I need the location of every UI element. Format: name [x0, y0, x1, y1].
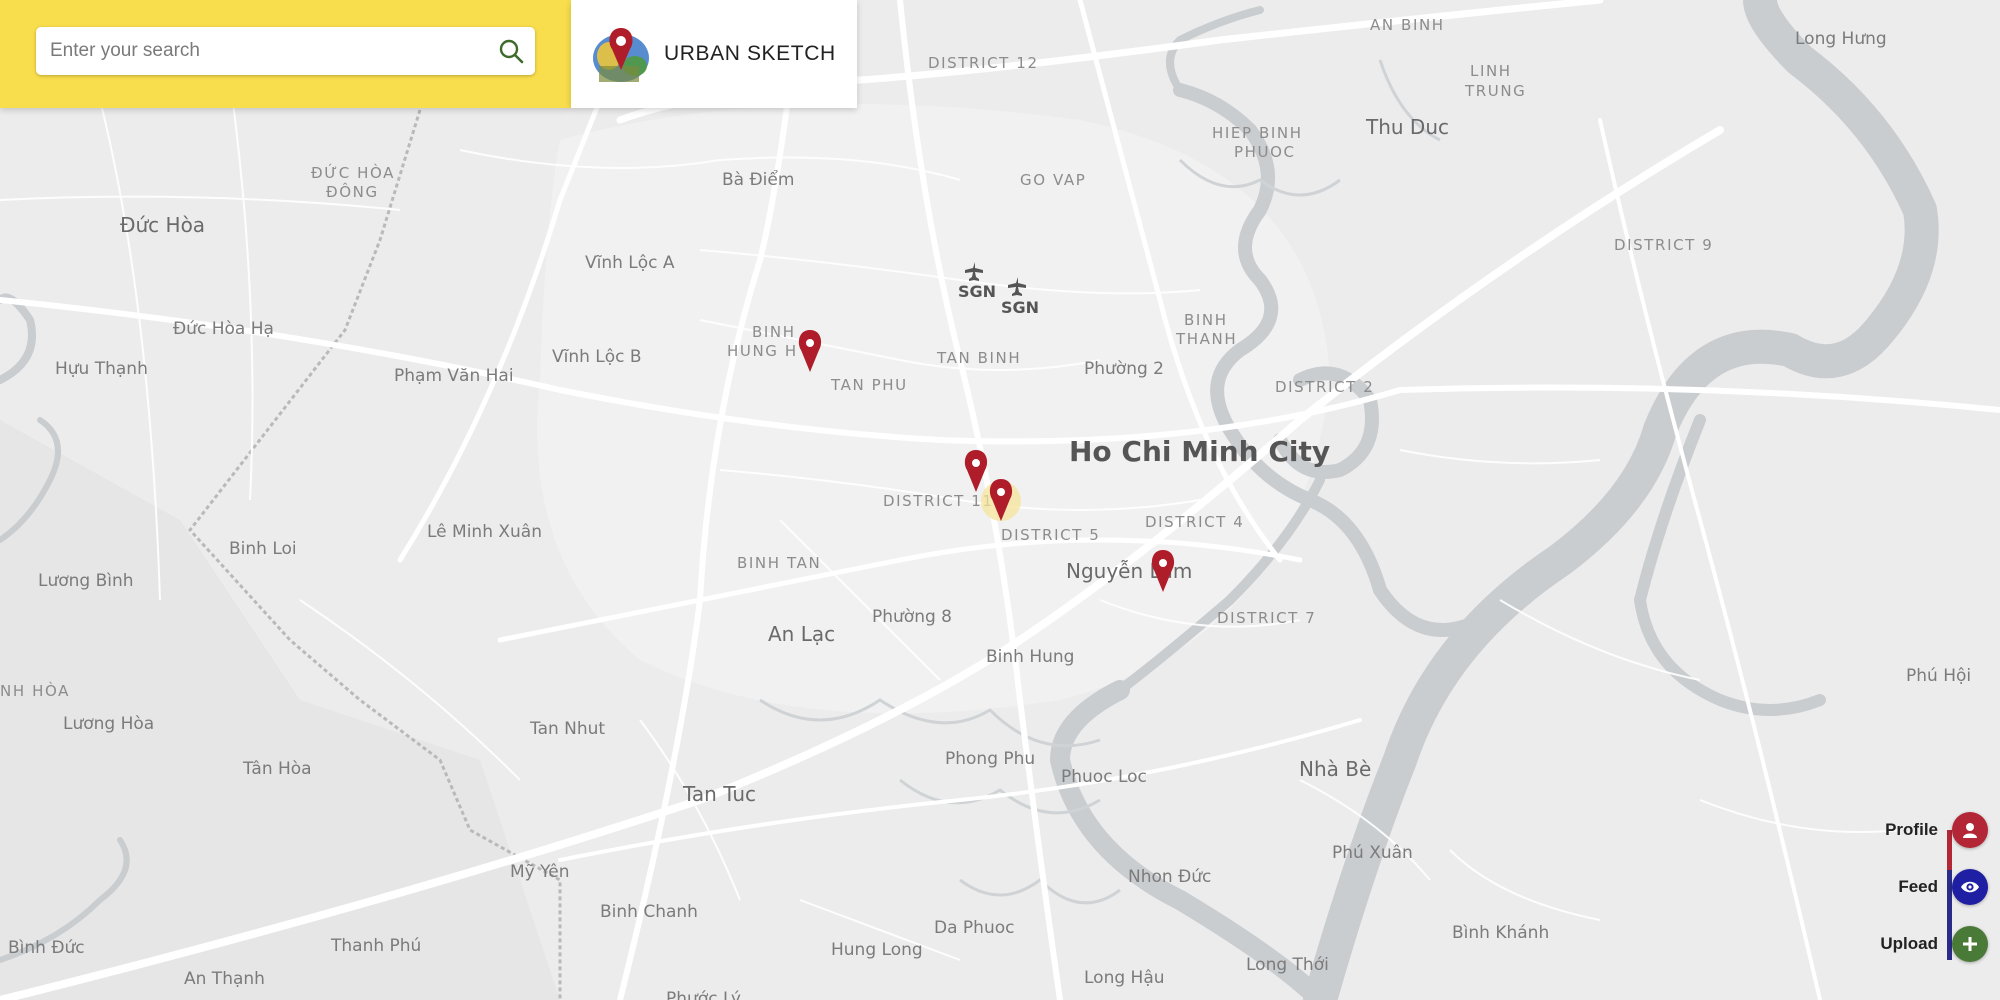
- map-label-phuong-2: Phường 2: [1084, 359, 1164, 379]
- map-label-binh-hung: Binh Hung: [986, 647, 1074, 667]
- map-label-huu-thanh: Hựu Thạnh: [55, 359, 148, 379]
- map-label-nh-hoa: NH HÒA: [0, 681, 70, 700]
- profile-label: Profile: [1885, 820, 1938, 839]
- map-label-phuong-8: Phường 8: [872, 607, 952, 627]
- map-label-tan-tuc: Tan Tuc: [682, 782, 756, 806]
- map-label-district-4: DISTRICT 4: [1145, 513, 1244, 531]
- map-label-sgn-2: SGN: [1001, 298, 1039, 317]
- map-label-district-12: DISTRICT 12: [928, 54, 1039, 72]
- map-label-duc-hoa-dong-1: ĐỨC HÒA: [311, 163, 395, 182]
- map-label-hiep-binh-2: PHUOC: [1234, 143, 1296, 161]
- feed-button[interactable]: Feed: [1820, 867, 1990, 907]
- map-label-long-thoi: Long Thới: [1246, 955, 1329, 975]
- map-label-hiep-binh-1: HIEP BINH: [1212, 124, 1303, 142]
- map-label-luong-hoa: Lương Hòa: [63, 714, 154, 734]
- map-label-binh-thanh-1: BINH: [1184, 311, 1228, 329]
- map-label-phu-xuan: Phú Xuân: [1332, 843, 1413, 863]
- map-label-an-binh: AN BINH: [1370, 16, 1445, 34]
- map-label-linh-trung-2: TRUNG: [1464, 82, 1526, 100]
- map-label-da-phuoc: Da Phuoc: [934, 918, 1014, 938]
- map-label-tan-nhut: Tan Nhut: [529, 719, 605, 739]
- map-label-tan-phu: TAN PHU: [830, 376, 908, 394]
- brand-panel[interactable]: URBAN SKETCH: [571, 0, 857, 108]
- map-label-go-vap: GO VAP: [1020, 171, 1086, 189]
- map-label-city: Ho Chi Minh City: [1069, 435, 1330, 468]
- map-label-district-5: DISTRICT 5: [1001, 526, 1100, 544]
- map-label-nha-be: Nhà Bè: [1299, 757, 1371, 781]
- map-label-tan-hoa: Tân Hòa: [242, 759, 312, 779]
- map-label-an-lac: An Lạc: [768, 622, 835, 646]
- search-panel: [0, 0, 571, 108]
- map-label-long-hau: Long Hậu: [1084, 968, 1165, 988]
- map-label-binh-hung-hoa-1: BINH: [752, 323, 796, 341]
- map-label-duc-hoa-ha: Đức Hòa Hạ: [173, 319, 274, 339]
- map-label-binh-thanh-2: THANH: [1175, 330, 1237, 348]
- upload-button[interactable]: Upload: [1820, 924, 1990, 964]
- search-input[interactable]: [48, 39, 487, 63]
- map-label-binh-chanh: Binh Chanh: [600, 902, 698, 922]
- map-label-binh-duc: Bình Đức: [8, 938, 85, 958]
- map-label-luong-binh: Lương Bình: [38, 571, 134, 591]
- map-label-district-7: DISTRICT 7: [1217, 609, 1316, 627]
- map-label-duc-hoa: Đức Hòa: [120, 213, 205, 237]
- map-label-binh-khanh: Bình Khánh: [1452, 923, 1549, 943]
- map-label-phuoc-ly: Phước Lý: [666, 989, 741, 1000]
- map-label-district-9: DISTRICT 9: [1614, 236, 1713, 254]
- brand-name: URBAN SKETCH: [664, 42, 836, 65]
- map-label-binh-loi: Binh Loi: [229, 539, 297, 559]
- map-label-district-2: DISTRICT 2: [1275, 378, 1374, 396]
- map-label-ba-diem: Bà Điểm: [722, 169, 794, 190]
- user-icon[interactable]: [1952, 812, 1988, 848]
- map-label-phu-hoi: Phú Hội: [1906, 666, 1971, 686]
- map-label-vinh-loc-a: Vĩnh Lộc A: [585, 253, 675, 273]
- map-label-thu-duc: Thu Duc: [1365, 115, 1449, 139]
- map-label-le-minh-xuan: Lê Minh Xuân: [427, 522, 542, 542]
- map-label-linh-trung-1: LINH: [1470, 62, 1512, 80]
- upload-label: Upload: [1880, 934, 1938, 953]
- map-label-phuoc-loc: Phuoc Loc: [1061, 767, 1147, 787]
- map-label-pham-van-hai: Phạm Văn Hai: [394, 366, 514, 386]
- map-canvas[interactable]: AN BINH LINH TRUNG Long Hưng DISTRICT 12…: [0, 0, 2000, 1000]
- profile-button[interactable]: Profile: [1820, 810, 1990, 850]
- search-box: [36, 27, 535, 75]
- eye-icon[interactable]: [1952, 869, 1988, 905]
- map-label-sgn-1: SGN: [958, 282, 996, 301]
- map-label-duc-hoa-dong-2: ĐÔNG: [326, 182, 379, 201]
- map-label-an-thanh: An Thạnh: [184, 969, 265, 989]
- action-menu: Profile Feed Upload: [1820, 810, 1990, 980]
- urban-sketch-logo-icon: [593, 28, 649, 82]
- feed-label: Feed: [1898, 877, 1938, 896]
- map-label-nhon-duc: Nhon Đức: [1128, 867, 1211, 887]
- map-label-long-hung: Long Hưng: [1795, 29, 1887, 49]
- map-label-hung-long: Hung Long: [831, 940, 923, 960]
- map-label-my-yen: Mỹ Yên: [510, 862, 570, 882]
- map-label-binh-hung-hoa-2: HUNG H: [727, 342, 798, 360]
- plus-icon[interactable]: [1952, 926, 1988, 962]
- map-label-tan-binh: TAN BINH: [936, 349, 1021, 367]
- map-label-vinh-loc-b: Vĩnh Lộc B: [552, 347, 642, 367]
- search-icon[interactable]: [487, 27, 535, 75]
- map-label-thanh-phu: Thanh Phú: [330, 936, 421, 956]
- map-label-phong-phu: Phong Phu: [945, 749, 1035, 769]
- map-label-district-11: DISTRICT 11: [883, 492, 994, 510]
- map-label-binh-tan: BINH TAN: [737, 554, 821, 572]
